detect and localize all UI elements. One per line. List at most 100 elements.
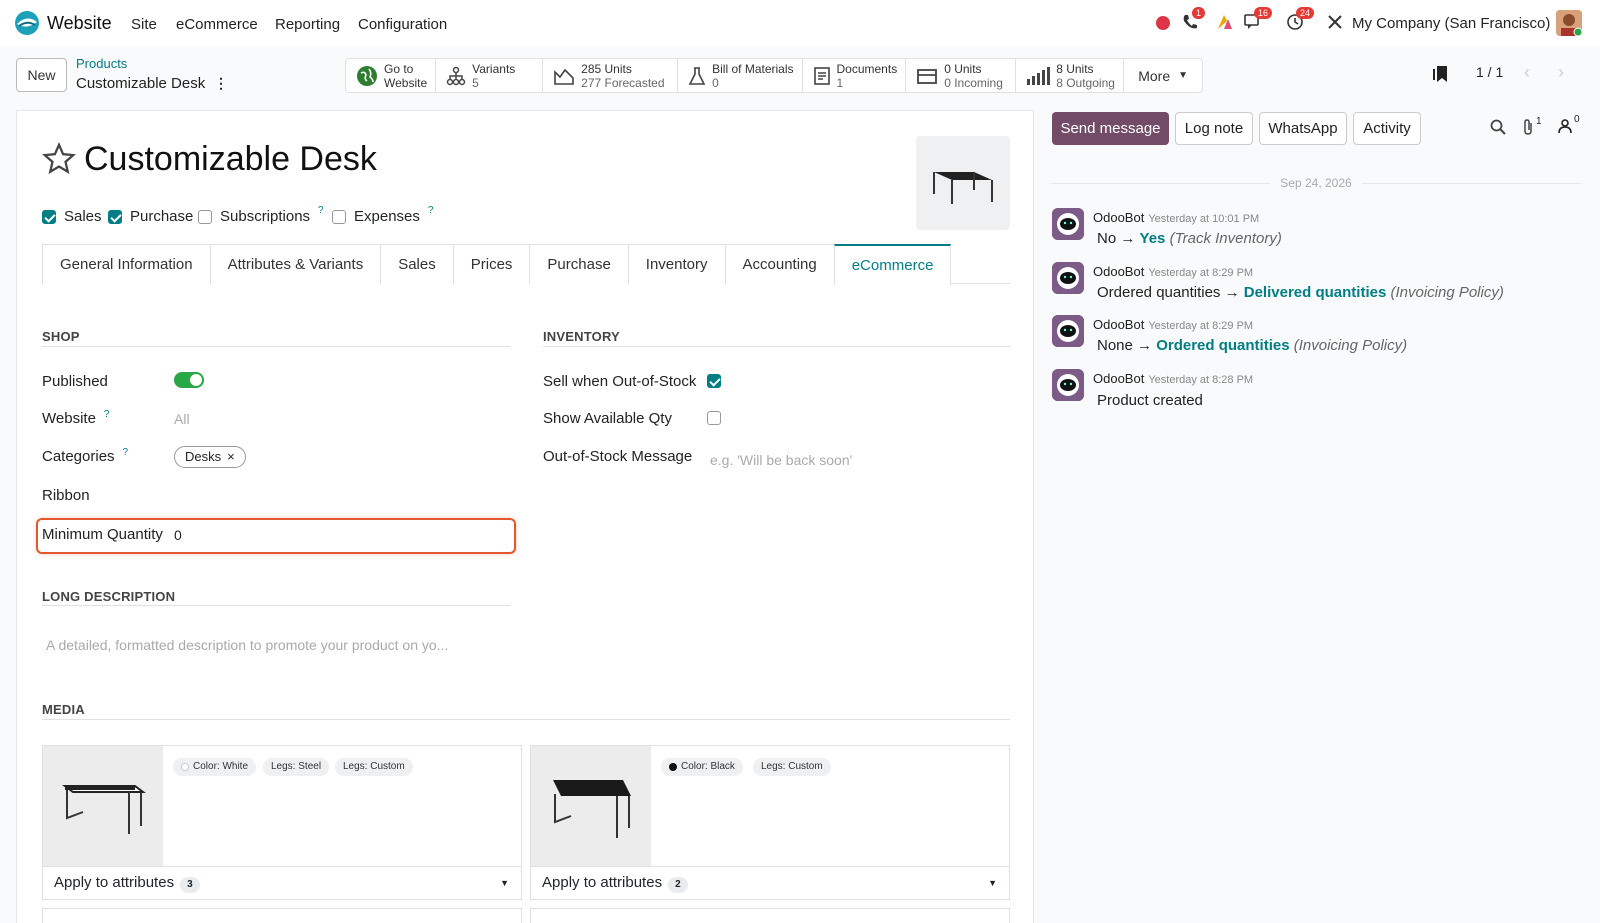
attribute-chip: Legs: Custom <box>335 758 413 776</box>
product-image[interactable] <box>916 136 1010 230</box>
log-note-button[interactable]: Log note <box>1175 112 1253 145</box>
media-card[interactable]: Color: Black Legs: Custom Apply to attri… <box>530 745 1010 900</box>
notebook-tabs: General Information Attributes & Variant… <box>42 244 1010 285</box>
menu-site[interactable]: Site <box>131 16 157 33</box>
favorite-star-icon[interactable] <box>42 142 76 176</box>
product-name[interactable]: Customizable Desk <box>84 140 377 179</box>
flag-sales[interactable]: Sales <box>42 208 102 225</box>
sell-oos-checkbox[interactable] <box>707 374 721 388</box>
apps-menu-icon[interactable] <box>14 10 40 36</box>
help-icon[interactable]: ? <box>428 205 434 216</box>
flag-subscriptions[interactable]: Subscriptions? <box>198 205 324 225</box>
send-message-button[interactable]: Send message <box>1052 112 1169 145</box>
attribute-chip: Legs: Steel <box>263 758 330 776</box>
odoobot-avatar[interactable] <box>1052 315 1084 347</box>
phone-icon[interactable]: 1 <box>1182 7 1206 31</box>
go-to-website-button[interactable]: Go to Website <box>346 59 437 92</box>
variants-button[interactable]: Variants 5 <box>436 59 544 92</box>
published-toggle[interactable] <box>174 372 204 388</box>
pager-next-icon[interactable]: › <box>1558 62 1564 83</box>
media-heading: MEDIA <box>42 702 85 717</box>
more-button[interactable]: More ▼ <box>1124 59 1202 92</box>
tools-icon[interactable] <box>1326 13 1344 31</box>
incoming-button[interactable]: 0 Units 0 Incoming <box>906 59 1017 92</box>
activity-badge: 24 <box>1296 7 1315 19</box>
message-body: Ordered quantities → Delivered quantitie… <box>1097 284 1504 301</box>
purchase-checkbox[interactable] <box>108 209 122 224</box>
activity-button[interactable]: Activity <box>1353 112 1421 145</box>
sales-checkbox[interactable] <box>42 209 56 224</box>
followers-button[interactable]: 0 <box>1558 114 1580 134</box>
tab-sales[interactable]: Sales <box>380 244 454 284</box>
help-icon[interactable]: ? <box>318 205 324 216</box>
apply-attributes-select[interactable]: Apply to attributes 3 ▼ <box>43 866 521 900</box>
category-tag[interactable]: Desks × <box>174 446 246 468</box>
long-description-editor[interactable]: A detailed, formatted description to pro… <box>46 637 448 653</box>
website-label: Website? <box>42 409 110 427</box>
whatsapp-button[interactable]: WhatsApp <box>1259 112 1347 145</box>
remove-tag-icon[interactable]: × <box>227 447 235 467</box>
odoobot-avatar[interactable] <box>1052 262 1084 294</box>
forecast-button[interactable]: 285 Units 277 Forecasted <box>543 59 679 92</box>
media-card[interactable] <box>530 908 1010 923</box>
odoobot-avatar[interactable] <box>1052 208 1084 240</box>
menu-reporting[interactable]: Reporting <box>275 16 340 33</box>
show-qty-label: Show Available Qty <box>543 410 672 427</box>
media-image <box>531 746 651 866</box>
app-name[interactable]: Website <box>47 13 112 34</box>
pager-prev-icon[interactable]: ‹ <box>1524 62 1530 83</box>
bookmark-icon[interactable] <box>1433 64 1449 84</box>
pager-value[interactable]: 1 / 1 <box>1476 64 1503 80</box>
tab-attributes-variants[interactable]: Attributes & Variants <box>209 244 382 284</box>
breadcrumb-products[interactable]: Products <box>76 56 127 71</box>
minimum-quantity-label: Minimum Quantity <box>42 526 163 543</box>
new-button[interactable]: New <box>16 58 67 92</box>
message-header: OdooBot Yesterday at 8:29 PM <box>1093 264 1254 279</box>
show-qty-checkbox[interactable] <box>707 411 721 425</box>
company-switcher[interactable]: My Company (San Francisco) <box>1352 15 1550 32</box>
record-actions-icon[interactable]: ⋮ <box>214 75 228 92</box>
tab-accounting[interactable]: Accounting <box>724 244 835 284</box>
message-body: None → Ordered quantities (Invoicing Pol… <box>1097 337 1408 354</box>
activity-clock-icon[interactable]: 24 <box>1286 7 1315 31</box>
documents-button[interactable]: Documents 1 <box>803 59 907 92</box>
help-icon[interactable]: ? <box>104 409 110 420</box>
attribute-count: 3 <box>180 877 200 893</box>
minimum-quantity-input[interactable]: 0 <box>174 527 182 543</box>
record-indicator-icon[interactable] <box>1156 16 1170 30</box>
date-separator: Sep 24, 2026 <box>1052 176 1580 190</box>
tab-ecommerce[interactable]: eCommerce <box>833 244 952 285</box>
message-header: OdooBot Yesterday at 10:01 PM <box>1093 210 1260 225</box>
ribbon-label: Ribbon <box>42 487 90 504</box>
search-icon[interactable] <box>1490 119 1506 135</box>
tab-inventory[interactable]: Inventory <box>627 244 726 284</box>
studio-icon[interactable] <box>1216 13 1234 31</box>
message-header: OdooBot Yesterday at 8:29 PM <box>1093 317 1254 332</box>
user-avatar[interactable] <box>1556 10 1582 36</box>
menu-ecommerce[interactable]: eCommerce <box>176 16 258 33</box>
odoobot-avatar[interactable] <box>1052 369 1084 401</box>
help-icon[interactable]: ? <box>123 447 129 458</box>
incoming-icon <box>916 67 938 85</box>
tab-general-information[interactable]: General Information <box>42 244 211 284</box>
oos-message-label: Out-of-Stock Message <box>543 448 693 465</box>
tab-purchase[interactable]: Purchase <box>529 244 629 284</box>
inventory-heading: INVENTORY <box>543 329 620 344</box>
tab-prices[interactable]: Prices <box>452 244 531 284</box>
media-card[interactable]: Color: White Legs: Steel Legs: Custom Ap… <box>42 745 522 900</box>
flag-expenses[interactable]: Expenses? <box>332 205 434 225</box>
attachments-button[interactable]: 1 <box>1522 116 1542 136</box>
website-field[interactable]: All <box>174 411 190 427</box>
subscriptions-checkbox[interactable] <box>198 209 212 224</box>
outgoing-button[interactable]: 8 Units 8 Outgoing <box>1016 59 1125 92</box>
phone-badge: 1 <box>1192 7 1206 19</box>
apply-attributes-select[interactable]: Apply to attributes 2 ▼ <box>531 866 1009 900</box>
expenses-checkbox[interactable] <box>332 209 346 224</box>
caret-down-icon: ▼ <box>988 878 997 888</box>
media-card[interactable] <box>42 908 522 923</box>
messages-icon[interactable]: 16 <box>1244 7 1273 31</box>
oos-message-input[interactable]: e.g. 'Will be back soon' <box>710 452 852 468</box>
menu-configuration[interactable]: Configuration <box>358 16 447 33</box>
bom-button[interactable]: Bill of Materials 0 <box>678 59 803 92</box>
flag-purchase[interactable]: Purchase <box>108 208 193 225</box>
